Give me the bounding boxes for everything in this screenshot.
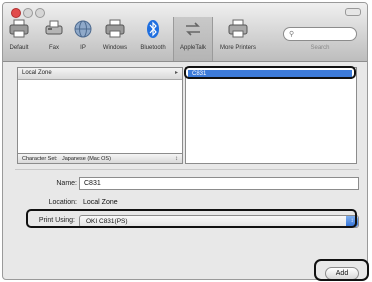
toolbar-label: More Printers <box>219 45 256 51</box>
windows-printer-icon <box>105 19 125 38</box>
printer-list[interactable]: C831 <box>185 67 357 164</box>
charset-selector[interactable]: Character Set: Japanese (Mac OS) ↕ <box>17 153 183 164</box>
fax-icon <box>45 20 63 35</box>
print-using-value: OKI C831(PS) <box>86 218 128 225</box>
search-input[interactable]: ⚲ <box>283 27 357 41</box>
toolbar-ip[interactable]: IP <box>71 19 95 57</box>
minimize-button[interactable] <box>23 8 33 18</box>
toolbar-label: Bluetooth <box>140 45 166 51</box>
zone-header[interactable]: Local Zone ▸ <box>18 68 182 80</box>
chevron-updown-icon: ↕ <box>175 156 178 162</box>
toolbar-more-printers[interactable]: More Printers <box>213 19 263 57</box>
divider <box>15 169 359 170</box>
toolbar-default[interactable]: Default <box>5 19 33 57</box>
toolbar-fax[interactable]: Fax <box>41 19 67 57</box>
toolbar-label: Windows <box>102 45 128 51</box>
zone-header-label: Local Zone <box>22 70 52 76</box>
zoom-button[interactable] <box>35 8 45 18</box>
printer-row-selected[interactable]: C831 <box>188 70 352 79</box>
add-printer-window: Default Fax IP Windows Bluetooth AppleTa… <box>2 2 368 280</box>
location-value: Local Zone <box>83 199 118 206</box>
close-button[interactable] <box>11 8 21 18</box>
toolbar-windows[interactable]: Windows <box>97 19 133 57</box>
location-label: Location: <box>48 199 77 206</box>
name-field[interactable]: C831 <box>79 177 359 190</box>
charset-value: Japanese (Mac OS) <box>62 156 111 162</box>
appletalk-icon <box>186 22 200 36</box>
add-button[interactable]: Add <box>325 267 359 279</box>
name-label: Name: <box>56 180 77 187</box>
print-using-select[interactable]: OKI C831(PS) ↕ <box>79 215 359 228</box>
toolbar: Default Fax IP Windows Bluetooth AppleTa… <box>3 3 367 62</box>
chevron-updown-icon: ↕ <box>346 216 358 227</box>
charset-label: Character Set: <box>22 156 58 162</box>
toolbar-toggle-button[interactable] <box>345 8 361 16</box>
toolbar-label: AppleTalk <box>179 45 206 51</box>
toolbar-appletalk[interactable]: AppleTalk <box>173 17 213 61</box>
toolbar-bluetooth[interactable]: Bluetooth <box>135 19 171 57</box>
chevron-right-icon: ▸ <box>174 70 178 76</box>
print-using-label: Print Using: <box>38 217 75 224</box>
globe-icon <box>74 20 92 38</box>
search-label: Search <box>310 45 330 51</box>
zone-list[interactable]: Local Zone ▸ <box>17 67 183 164</box>
bluetooth-icon <box>147 20 159 38</box>
toolbar-label: IP <box>80 45 86 51</box>
toolbar-label: Fax <box>48 45 59 51</box>
toolbar-label: Default <box>9 45 29 51</box>
printer-icon <box>9 19 29 38</box>
more-printers-icon <box>228 19 248 38</box>
search-icon: ⚲ <box>289 31 295 38</box>
